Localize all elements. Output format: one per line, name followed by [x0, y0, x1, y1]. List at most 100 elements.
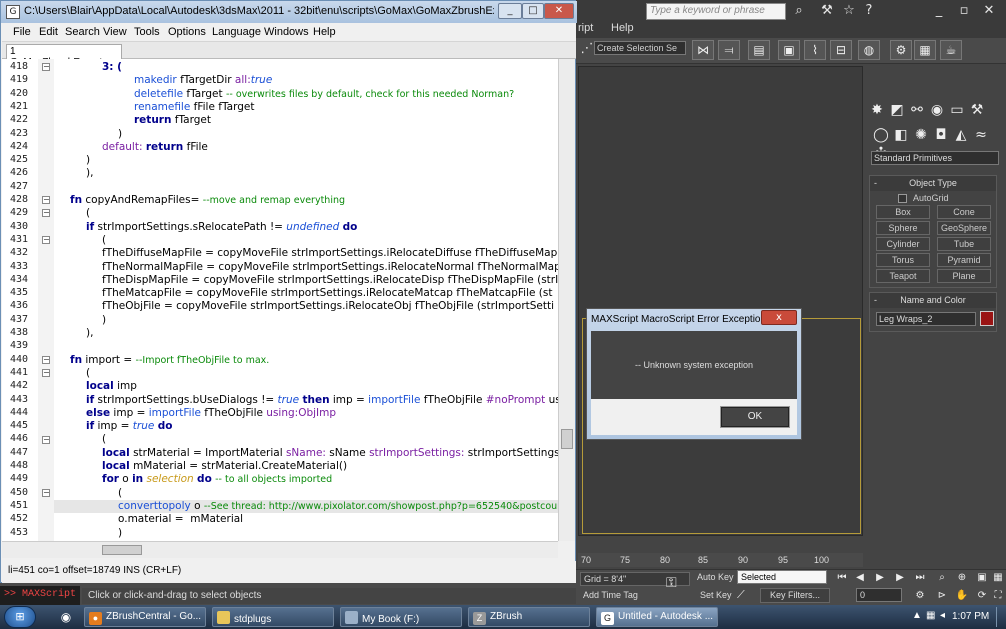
volume-icon[interactable]: ◂: [940, 610, 945, 621]
set-key-button[interactable]: Set Key: [700, 590, 732, 600]
lights-icon[interactable]: ✺: [911, 126, 931, 144]
selection-set-dropdown[interactable]: Create Selection Se: [594, 41, 686, 55]
menu-tools[interactable]: Tools: [134, 26, 160, 38]
minimize-button[interactable]: _: [498, 3, 522, 19]
network-icon[interactable]: ▦: [926, 610, 935, 621]
tray-expand-icon[interactable]: ▲: [912, 610, 922, 621]
shapes-icon[interactable]: ◧: [891, 126, 911, 144]
tube-button[interactable]: Tube: [937, 237, 991, 251]
taskbar-item[interactable]: Z ZBrush: [468, 607, 590, 627]
go-to-start-icon[interactable]: ⏮: [834, 571, 850, 585]
show-desktop-button[interactable]: [996, 607, 1006, 627]
minimize-icon[interactable]: _: [930, 3, 948, 19]
menu-view[interactable]: View: [103, 26, 127, 38]
code-area[interactable]: 418 419 420 421 422 423 424 425 426 427 …: [2, 59, 558, 541]
render-setup-icon[interactable]: ⚙: [890, 40, 912, 60]
key-filter-selection-dropdown[interactable]: Selected: [737, 570, 827, 584]
key-filters-button[interactable]: Key Filters...: [760, 588, 830, 603]
close-button[interactable]: ✕: [544, 3, 574, 19]
editor-titlebar[interactable]: G C:\Users\Blair\AppData\Local\Autodesk\…: [1, 1, 577, 23]
horizontal-scrollbar[interactable]: [2, 541, 558, 558]
graphite-icon[interactable]: ▣: [778, 40, 800, 60]
autogrid-checkbox[interactable]: AutoGrid: [898, 193, 949, 204]
current-frame-field[interactable]: 0: [856, 588, 902, 602]
menu-maxscript[interactable]: ript: [578, 22, 593, 34]
taskbar-item[interactable]: My Book (F:): [340, 607, 462, 627]
cone-button[interactable]: Cone: [937, 205, 991, 219]
add-time-tag-button[interactable]: Add Time Tag: [580, 590, 660, 604]
teapot-button[interactable]: Teapot: [876, 269, 930, 283]
mirror-icon[interactable]: ⋈: [692, 40, 714, 60]
material-editor-icon[interactable]: ◍: [858, 40, 880, 60]
layer-manager-icon[interactable]: ▤: [748, 40, 770, 60]
zoom-icon[interactable]: ⌕: [934, 571, 950, 585]
field-of-view-icon[interactable]: ⊳: [934, 589, 950, 603]
star-icon[interactable]: ☆: [840, 3, 858, 19]
fold-marker-icon[interactable]: −: [42, 489, 50, 497]
timeline-ruler[interactable]: 70 75 80 85 90 95 100: [578, 553, 863, 567]
orbit-icon[interactable]: ⟳: [974, 589, 990, 603]
object-name-field[interactable]: Leg Wraps_2: [876, 312, 976, 326]
spacewarps-icon[interactable]: ≈: [971, 126, 991, 144]
maximize-button[interactable]: □: [522, 3, 544, 19]
create-tab-icon[interactable]: ✸: [867, 101, 887, 119]
cameras-icon[interactable]: ◘: [931, 126, 951, 144]
taskbar-item-active[interactable]: G Untitled - Autodesk ...: [596, 607, 718, 627]
geometry-icon[interactable]: ◯: [871, 126, 891, 144]
plane-button[interactable]: Plane: [937, 269, 991, 283]
curve-editor-icon[interactable]: ⌇: [804, 40, 826, 60]
vertical-scroll-thumb[interactable]: [561, 429, 573, 449]
geosphere-button[interactable]: GeoSphere: [937, 221, 991, 235]
zoom-extents-icon[interactable]: ▣: [974, 571, 990, 585]
restore-icon[interactable]: ▫: [955, 3, 973, 19]
start-button[interactable]: ⊞: [4, 606, 36, 628]
schematic-view-icon[interactable]: ⊟: [830, 40, 852, 60]
menu-file[interactable]: File: [13, 26, 31, 38]
previous-frame-icon[interactable]: ◀: [852, 571, 868, 585]
sphere-button[interactable]: Sphere: [876, 221, 930, 235]
binoculars-icon[interactable]: ⌕: [790, 3, 808, 19]
fold-marker-icon[interactable]: −: [42, 63, 50, 71]
fold-marker-icon[interactable]: −: [42, 436, 50, 444]
align-icon[interactable]: ⫤: [718, 40, 740, 60]
auto-key-button[interactable]: Auto Key: [697, 572, 734, 582]
zoom-extents-all-icon[interactable]: ▦: [990, 571, 1006, 585]
display-tab-icon[interactable]: ▭: [947, 101, 967, 119]
menu-edit[interactable]: Edit: [39, 26, 58, 38]
menu-help[interactable]: Help: [611, 22, 634, 34]
next-frame-icon[interactable]: ▶: [892, 571, 908, 585]
dialog-close-button[interactable]: x: [761, 310, 797, 325]
menu-windows[interactable]: Windows: [264, 26, 309, 38]
zoom-all-icon[interactable]: ⊕: [954, 571, 970, 585]
taskbar-item[interactable]: stdplugs: [212, 607, 334, 627]
key-icon[interactable]: ⚿: [666, 575, 688, 591]
file-tab[interactable]: 1 GoMaxZbrushExport.ms: [6, 44, 122, 68]
pan-view-icon[interactable]: ✋: [954, 589, 970, 603]
fold-marker-icon[interactable]: −: [42, 369, 50, 377]
horizontal-scroll-thumb[interactable]: [102, 545, 142, 555]
tools-icon[interactable]: ⚒: [818, 3, 836, 19]
helpers-icon[interactable]: ◭: [951, 126, 971, 144]
modify-tab-icon[interactable]: ◩: [887, 101, 907, 119]
box-button[interactable]: Box: [876, 205, 930, 219]
menu-language[interactable]: Language: [212, 26, 261, 38]
utilities-tab-icon[interactable]: ⚒: [967, 101, 987, 119]
rendered-frame-icon[interactable]: ▦: [914, 40, 936, 60]
maximize-viewport-icon[interactable]: ⛶: [990, 589, 1006, 603]
name-and-color-header[interactable]: - Name and Color: [870, 293, 996, 308]
fold-marker-icon[interactable]: −: [42, 356, 50, 364]
menu-options[interactable]: Options: [168, 26, 206, 38]
menu-search[interactable]: Search: [65, 26, 100, 38]
ok-button[interactable]: OK: [720, 406, 790, 428]
help-icon[interactable]: ?: [860, 3, 878, 19]
motion-tab-icon[interactable]: ◉: [927, 101, 947, 119]
cylinder-button[interactable]: Cylinder: [876, 237, 930, 251]
maxscript-listener-label[interactable]: >> MAXScript: [0, 586, 80, 605]
fold-marker-icon[interactable]: −: [42, 196, 50, 204]
primitive-category-dropdown[interactable]: Standard Primitives: [871, 151, 999, 165]
close-icon[interactable]: ✕: [980, 3, 998, 19]
time-config-icon[interactable]: ⚙: [912, 589, 928, 603]
object-type-header[interactable]: - Object Type: [870, 176, 996, 191]
hierarchy-tab-icon[interactable]: ⚯: [907, 101, 927, 119]
vertical-scrollbar[interactable]: [558, 59, 575, 541]
